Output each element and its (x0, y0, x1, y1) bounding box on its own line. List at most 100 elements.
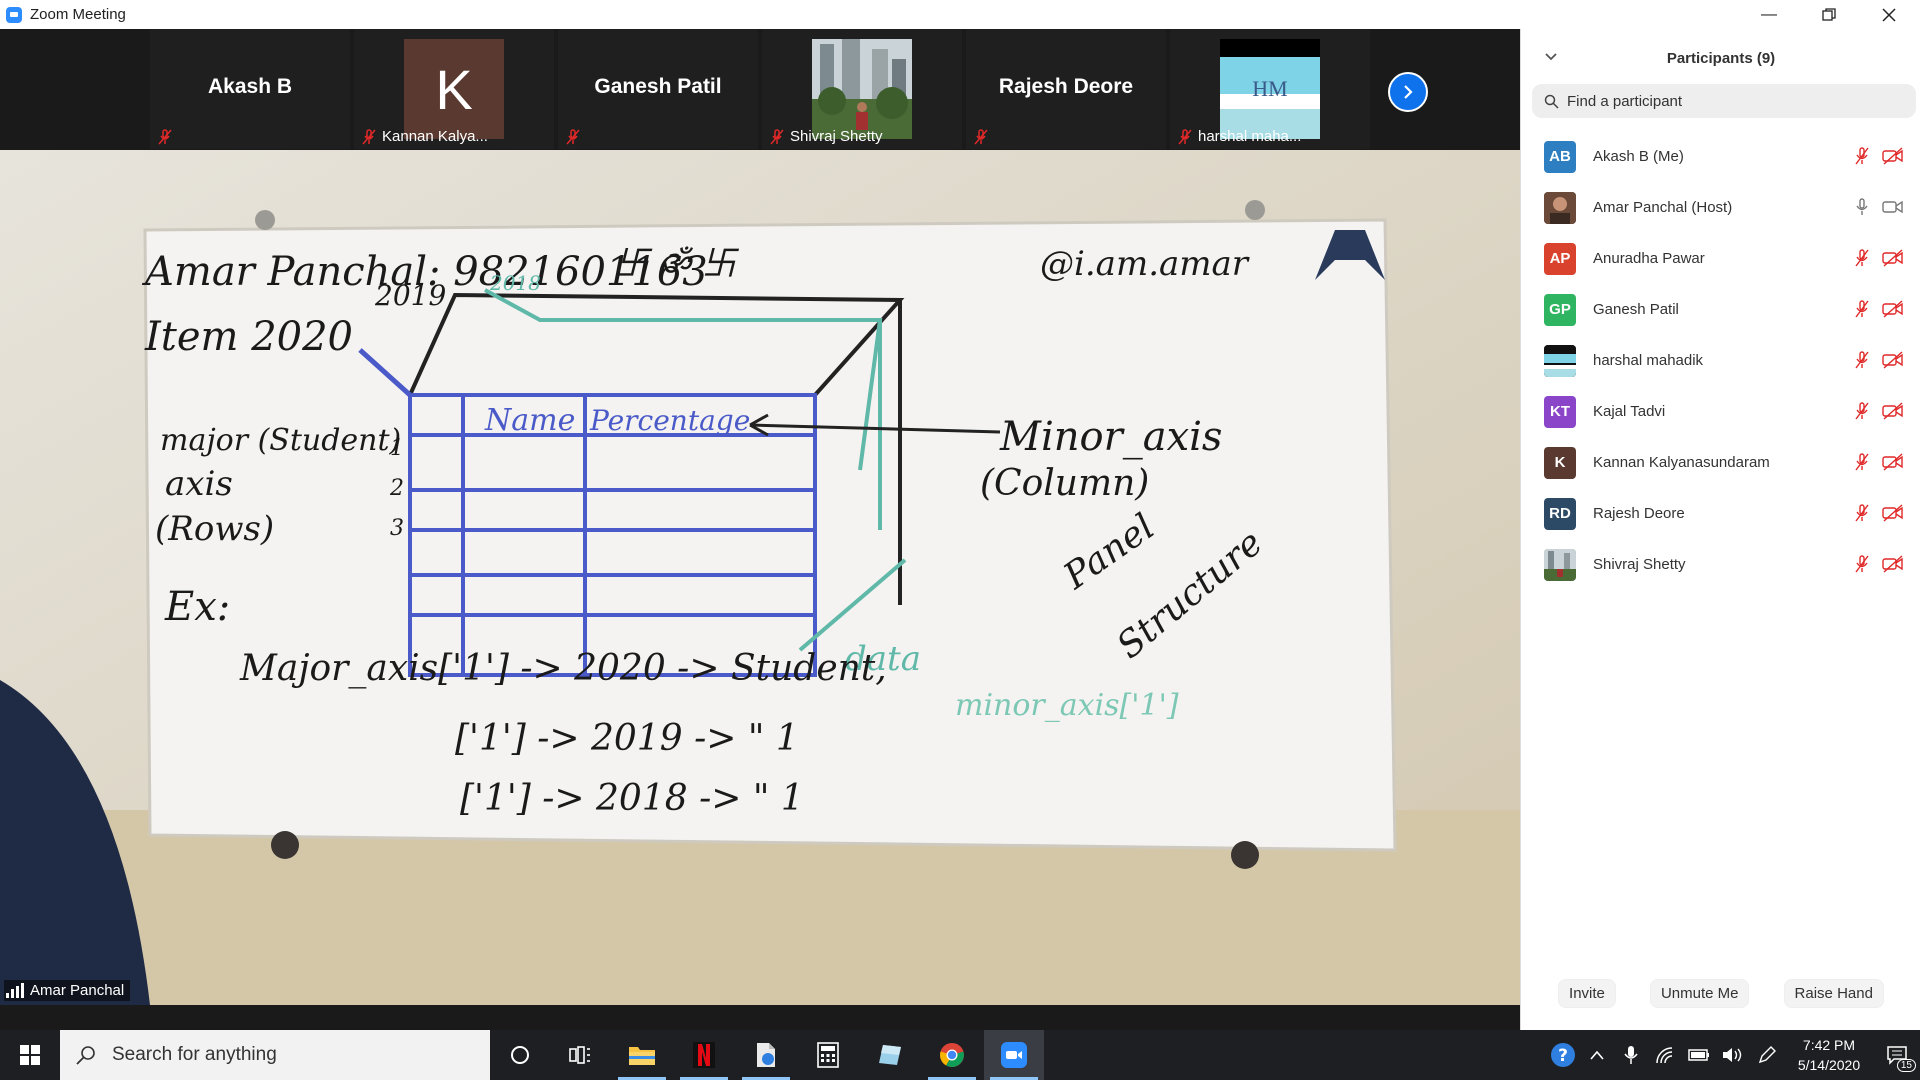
participant-search-input[interactable]: Find a participant (1532, 84, 1916, 118)
pen-icon (1758, 1046, 1776, 1064)
speaker-name-label: Amar Panchal (4, 980, 131, 1001)
thumbnail-label: Kannan Kalya... (362, 128, 488, 145)
participant-status-icons (1854, 300, 1904, 318)
participant-status-icons (1854, 249, 1904, 267)
participant-name: harshal mahadik (1593, 352, 1704, 369)
svg-text:?: ? (1558, 1046, 1568, 1066)
thumbnail-label (158, 129, 178, 145)
participants-panel: Participants (9) Find a participant AB Ak… (1520, 29, 1920, 1030)
action-center-button[interactable]: 15 (1874, 1030, 1920, 1080)
participant-row[interactable]: Amar Panchal (Host) (1521, 182, 1920, 233)
notes-app-button[interactable] (860, 1030, 920, 1080)
taskbar-search-placeholder: Search for anything (112, 1044, 277, 1065)
pen-workspace-button[interactable] (1750, 1030, 1784, 1080)
muted-mic-icon (362, 128, 376, 144)
raise-hand-button[interactable]: Raise Hand (1783, 979, 1884, 1008)
board-line: Name (484, 403, 575, 438)
show-hidden-icons-button[interactable] (1580, 1030, 1614, 1080)
window-title: Zoom Meeting (30, 6, 126, 23)
task-view-button[interactable] (550, 1030, 610, 1080)
battery-button[interactable] (1682, 1030, 1716, 1080)
cortana-icon (511, 1046, 529, 1064)
system-tray: ? 7:42 PM 5/14/2020 15 (1546, 1030, 1920, 1080)
thumbnail-harshal[interactable]: HM harshal maha... (1170, 29, 1370, 149)
board-line: Minor_axis (999, 414, 1222, 460)
zoom-taskbar-button[interactable] (984, 1030, 1044, 1080)
chrome-button[interactable] (922, 1030, 982, 1080)
board-line: minor_axis['1'] (955, 688, 1179, 723)
participant-row[interactable]: GP Ganesh Patil (1521, 284, 1920, 335)
participant-row[interactable]: Shivraj Shetty (1521, 539, 1920, 590)
participant-status-icons (1854, 504, 1904, 522)
volume-button[interactable] (1716, 1030, 1750, 1080)
whiteboard-scene: Amar Panchal: 9821601163 卐 ॐ 卐 @i.am.ama… (0, 150, 1520, 1005)
thumbnail-name: Akash B (207, 75, 293, 98)
participant-list: AB Akash B (Me) Amar Panchal (Host) AP Anura… (1521, 131, 1920, 590)
thumbnail-shivraj-shetty[interactable]: Shivraj Shetty (762, 29, 962, 149)
thumbnail-kannan[interactable]: K Kannan Kalya... (354, 29, 554, 149)
board-line: 2019 (374, 279, 446, 312)
participant-photo (812, 39, 912, 139)
taskbar-search-box[interactable]: Search for anything (60, 1030, 490, 1080)
clock-time: 7:42 PM (1802, 1037, 1856, 1053)
thumbnail-ganesh-patil[interactable]: Ganesh Patil (558, 29, 758, 149)
board-line: axis (165, 464, 233, 504)
participant-row[interactable]: AB Akash B (Me) (1521, 131, 1920, 182)
invite-button[interactable]: Invite (1558, 979, 1616, 1008)
board-line: 卐 ॐ 卐 (615, 244, 740, 284)
video-off-icon (1882, 300, 1903, 318)
participant-avatar: AP (1544, 242, 1576, 275)
participant-status-icons (1854, 198, 1904, 216)
calculator-button[interactable] (798, 1030, 858, 1080)
windows-logo-icon (20, 1045, 40, 1065)
cortana-button[interactable] (490, 1030, 550, 1080)
board-line: @i.am.amar (1040, 244, 1250, 284)
participants-title: Participants (9) (1666, 49, 1776, 67)
calculator-icon (817, 1042, 839, 1068)
participant-row[interactable]: RD Rajesh Deore (1521, 488, 1920, 539)
folder-icon (629, 1047, 655, 1065)
participant-row[interactable]: K Kannan Kalyanasundaram (1521, 437, 1920, 488)
close-window-button[interactable] (1866, 0, 1912, 29)
chevron-right-icon (1404, 85, 1413, 99)
search-icon (76, 1046, 95, 1065)
muted-mic-icon (1855, 402, 1869, 420)
logo-text: HM (1252, 76, 1288, 101)
restore-button[interactable] (1806, 0, 1852, 29)
zoom-app-icon (6, 6, 22, 23)
participant-avatar: RD (1544, 497, 1576, 530)
participant-row[interactable]: AP Anuradha Pawar (1521, 233, 1920, 284)
muted-mic-icon (1855, 453, 1869, 471)
board-line: Item 2020 (144, 314, 353, 360)
task-view-icon (569, 1046, 590, 1064)
board-line: 2018 (489, 271, 541, 295)
help-button[interactable]: ? (1546, 1030, 1580, 1080)
board-line: 3 (390, 516, 404, 541)
microphone-tray-button[interactable] (1614, 1030, 1648, 1080)
next-page-button[interactable] (1388, 72, 1428, 112)
minimize-button[interactable]: — (1746, 0, 1792, 29)
netflix-button[interactable] (674, 1030, 734, 1080)
muted-mic-icon (1855, 249, 1869, 267)
participant-status-icons (1854, 453, 1904, 471)
file-explorer-button[interactable] (612, 1030, 672, 1080)
microphone-icon (1624, 1046, 1638, 1064)
thumbnail-rajesh-deore[interactable]: Rajesh Deore (966, 29, 1166, 149)
file-manager-button[interactable] (736, 1030, 796, 1080)
board-line: major (Student) (160, 423, 401, 458)
muted-mic-icon (1178, 128, 1192, 144)
muted-mic-icon (566, 129, 580, 145)
network-button[interactable] (1648, 1030, 1682, 1080)
thumbnail-label: harshal maha... (1178, 128, 1301, 145)
thumbnail-akash-b[interactable]: Akash B (150, 29, 350, 149)
unmute-me-button[interactable]: Unmute Me (1649, 979, 1750, 1008)
taskbar-clock[interactable]: 7:42 PM 5/14/2020 (1784, 1035, 1874, 1075)
participant-row[interactable]: harshal mahadik (1521, 335, 1920, 386)
participant-avatar: KT (1544, 395, 1576, 428)
start-button[interactable] (0, 1030, 60, 1080)
participant-row[interactable]: KT Kajal Tadvi (1521, 386, 1920, 437)
panel-footer: Invite Unmute Me Raise Hand (1521, 979, 1920, 1008)
muted-mic-icon (1855, 351, 1869, 369)
muted-mic-icon (158, 129, 172, 145)
help-icon: ? (1551, 1043, 1575, 1067)
